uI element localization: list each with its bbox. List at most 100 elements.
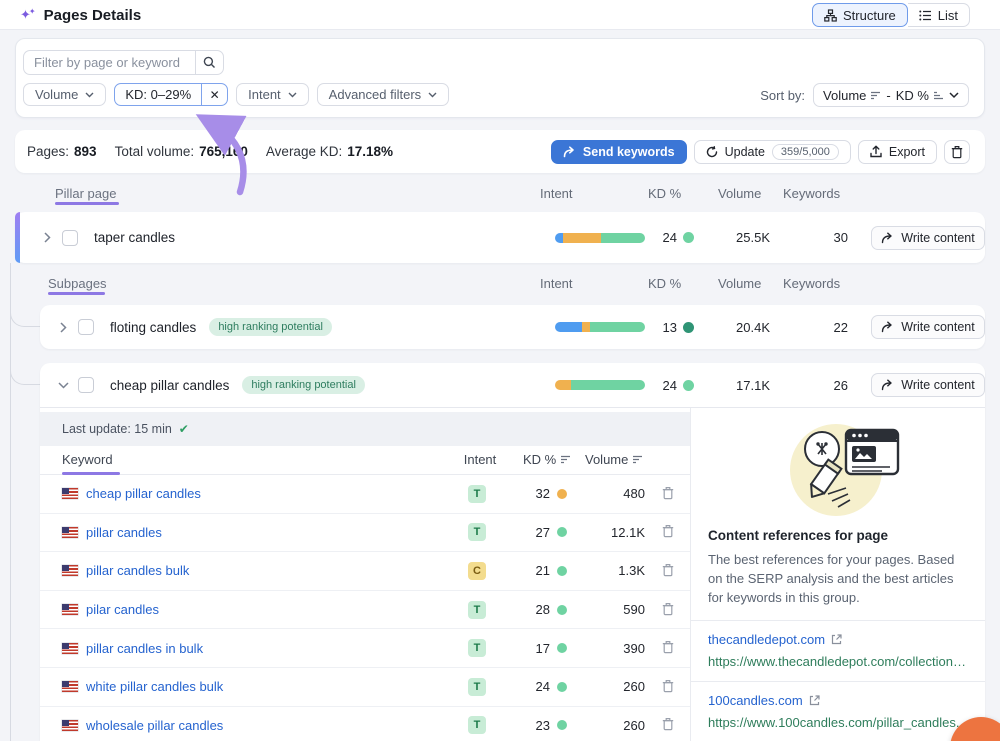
keyword-row: pillar candles T 27 12.1K	[40, 514, 690, 553]
keyword-link[interactable]: pillar candles	[86, 525, 162, 540]
collapse-chevron-icon[interactable]	[55, 382, 71, 389]
pillar-checkbox[interactable]	[62, 230, 78, 246]
sort-separator: -	[886, 88, 890, 103]
us-flag-icon	[62, 643, 78, 654]
volume-value: 390	[575, 629, 645, 667]
high-ranking-badge: high ranking potential	[242, 376, 365, 394]
keyword-row: pillar candles bulk C 21 1.3K	[40, 552, 690, 591]
subpage-volume-value: 20.4K	[700, 305, 770, 349]
expand-chevron-icon[interactable]	[39, 232, 55, 243]
intent-filter-label: Intent	[248, 87, 281, 102]
volume-column-header[interactable]: Volume	[585, 452, 643, 467]
keyword-link[interactable]: pillar candles in bulk	[86, 641, 203, 656]
keyword-link[interactable]: cheap pillar candles	[86, 486, 201, 501]
delete-keyword-icon[interactable]	[662, 640, 674, 654]
subpage-row-floting-candles[interactable]: floting candles high ranking potential 1…	[40, 305, 985, 349]
kd-column-header[interactable]: KD %	[523, 452, 571, 467]
total-volume-stat: Total volume:765,160	[115, 144, 248, 159]
references-title: Content references for page	[691, 524, 985, 543]
kd-value: 21	[500, 552, 550, 590]
subpages-section-label: Subpages	[48, 276, 107, 291]
delete-keyword-icon[interactable]	[662, 717, 674, 731]
remove-kd-filter-button[interactable]: ✕	[201, 84, 227, 105]
reference-url[interactable]: https://www.thecandledepot.com/collectio…	[708, 654, 968, 669]
volume-filter-label: Volume	[35, 87, 78, 102]
keyword-link[interactable]: pillar candles bulk	[86, 563, 189, 578]
kd-dot	[557, 489, 567, 499]
expanded-keywords-panel: Last update: 15 min ✔ Keyword Intent KD …	[40, 407, 985, 741]
delete-keyword-icon[interactable]	[662, 524, 674, 538]
delete-keyword-icon[interactable]	[662, 679, 674, 693]
refresh-icon	[706, 146, 718, 158]
write-content-button[interactable]: Write content	[871, 315, 985, 339]
reference-domain-link[interactable]: 100candles.com	[708, 693, 968, 708]
tree-branch-2	[10, 352, 40, 385]
search-input[interactable]	[23, 50, 195, 75]
intent-badge: T	[468, 485, 486, 503]
subpage-checkbox[interactable]	[78, 319, 94, 335]
update-quota-badge: 359/5,000	[772, 144, 839, 160]
references-description: The best references for your pages. Base…	[691, 543, 985, 621]
reference-domain-link[interactable]: thecandledepot.com	[708, 632, 968, 647]
stats-bar: Pages:893 Total volume:765,160 Average K…	[15, 130, 985, 173]
us-flag-icon	[62, 604, 78, 615]
volume-filter-chip[interactable]: Volume	[23, 83, 106, 106]
write-content-button[interactable]: Write content	[871, 373, 985, 397]
send-keywords-label: Send keywords	[583, 145, 675, 159]
export-button[interactable]: Export	[858, 140, 937, 164]
sort-by-label: Sort by:	[760, 88, 805, 103]
intent-badge: C	[468, 562, 486, 580]
pillar-page-row[interactable]: taper candles 24 25.5K 30 Write content	[15, 212, 985, 263]
keyword-column-header: Keyword	[62, 452, 113, 467]
advanced-filters-chip[interactable]: Advanced filters	[317, 83, 450, 106]
reference-url[interactable]: https://www.100candles.com/pillar_candle…	[708, 715, 968, 730]
pages-stat: Pages:893	[27, 144, 97, 159]
chevron-down-icon	[288, 92, 297, 98]
keyword-row: cheap pillar candles T 32 480	[40, 475, 690, 514]
delete-keyword-icon[interactable]	[662, 563, 674, 577]
search-button[interactable]	[195, 50, 224, 75]
export-label: Export	[889, 145, 925, 159]
delete-keyword-icon[interactable]	[662, 486, 674, 500]
chevron-down-icon	[85, 92, 94, 98]
keyword-link[interactable]: wholesale pillar candles	[86, 718, 223, 733]
subpage-checkbox[interactable]	[78, 377, 94, 393]
column-header-keywords: Keywords	[783, 186, 840, 201]
keyword-link[interactable]: pilar candles	[86, 602, 159, 617]
expand-chevron-icon[interactable]	[55, 322, 71, 333]
keyword-link[interactable]: white pillar candles bulk	[86, 679, 223, 694]
write-content-label: Write content	[901, 231, 974, 245]
structure-view-button[interactable]: Structure	[812, 3, 908, 27]
send-keywords-button[interactable]: Send keywords	[551, 140, 687, 164]
delete-keyword-icon[interactable]	[662, 602, 674, 616]
kd-filter-label[interactable]: KD: 0–29%	[115, 84, 201, 105]
keyword-row: wholesale pillar candles T 23 260	[40, 707, 690, 741]
trash-icon	[951, 145, 963, 159]
tree-branch-1	[10, 294, 40, 327]
external-link-icon	[809, 695, 820, 706]
subpage-row-header[interactable]: cheap pillar candles high ranking potent…	[55, 363, 365, 407]
column-header-kd: KD %	[648, 276, 681, 291]
pillar-page-section-label: Pillar page	[55, 186, 116, 201]
delete-button[interactable]	[944, 140, 970, 164]
intent-filter-chip[interactable]: Intent	[236, 83, 309, 106]
check-icon: ✔	[179, 422, 189, 436]
filters-card: Volume KD: 0–29% ✕ Intent Advanced filte…	[15, 38, 985, 118]
keyword-row: white pillar candles bulk T 24 260	[40, 668, 690, 707]
column-header-keywords: Keywords	[783, 276, 840, 291]
subpage-keywords-count: 22	[778, 305, 848, 349]
us-flag-icon	[62, 720, 78, 731]
write-content-button[interactable]: Write content	[871, 226, 985, 250]
kd-value: 24	[500, 668, 550, 706]
volume-value: 260	[575, 707, 645, 741]
kd-filter-chip: KD: 0–29% ✕	[114, 83, 228, 106]
update-button[interactable]: Update 359/5,000	[694, 140, 851, 164]
column-header-volume: Volume	[718, 186, 761, 201]
pillar-page-underline	[55, 202, 119, 205]
structure-label: Structure	[843, 8, 896, 23]
subpage-kd-value: 13	[615, 305, 677, 349]
sort-dropdown[interactable]: Volume - KD %	[813, 83, 969, 107]
list-view-button[interactable]: List	[908, 3, 970, 27]
sort-asc-icon	[934, 91, 944, 100]
content-references-illustration	[691, 408, 985, 524]
